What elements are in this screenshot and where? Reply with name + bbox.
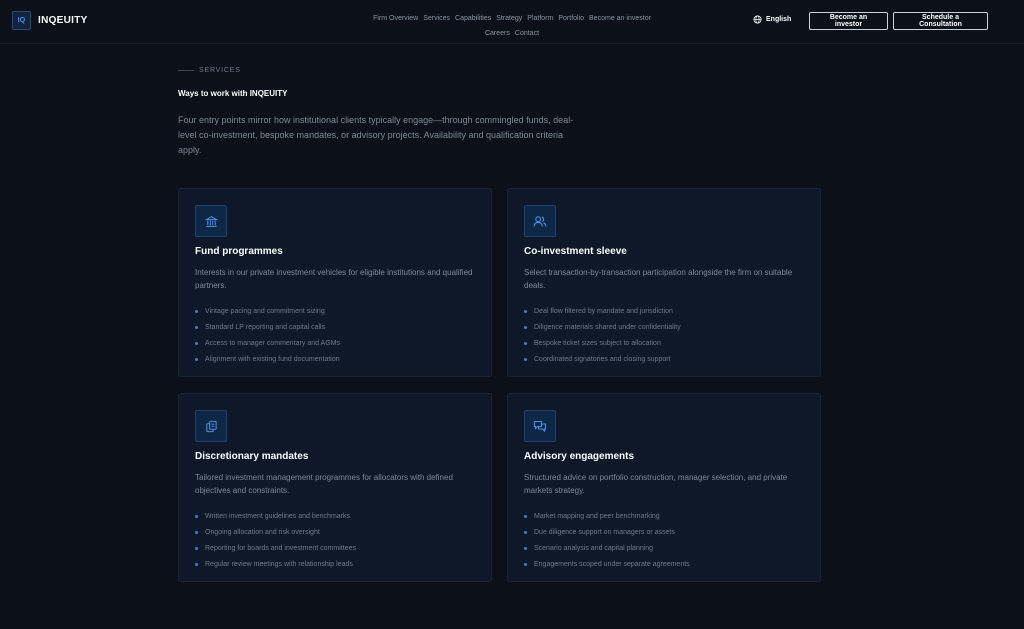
bullet-icon bbox=[524, 546, 527, 550]
list-item: Regular review meetings with relationshi… bbox=[195, 556, 356, 572]
list-item: Deal flow filtered by mandate and jurisd… bbox=[524, 303, 681, 319]
list-item: Ongoing allocation and risk oversight bbox=[195, 524, 356, 540]
card-icon-wrap bbox=[524, 410, 556, 442]
list-item: Standard LP reporting and capital calls bbox=[195, 319, 340, 335]
list-item: Vintage pacing and commitment sizing bbox=[195, 303, 340, 319]
bullet-icon bbox=[195, 325, 198, 329]
list-item: Access to manager commentary and AGMs bbox=[195, 335, 340, 351]
site-header: IQ INQEUITY Firm Overview Services Capabil… bbox=[0, 0, 1024, 44]
nav-platform[interactable]: Platform bbox=[527, 13, 553, 25]
bullet-icon bbox=[195, 546, 198, 550]
list-item-text: Reporting for boards and investment comm… bbox=[205, 544, 356, 552]
language-label: English bbox=[766, 16, 792, 23]
become-investor-button[interactable]: Become an investor bbox=[809, 12, 888, 30]
globe-icon bbox=[753, 15, 762, 24]
card-icon-wrap bbox=[195, 205, 227, 237]
list-item: Scenario analysis and capital planning bbox=[524, 540, 690, 556]
bullet-icon bbox=[524, 325, 527, 329]
list-item-text: Engagements scoped under separate agreem… bbox=[534, 560, 690, 568]
list-item-text: Diligence materials shared under confide… bbox=[534, 323, 681, 331]
card-title: Co-investment sleeve bbox=[524, 246, 627, 257]
logo-text: INQEUITY bbox=[38, 15, 88, 26]
users-icon bbox=[533, 215, 547, 227]
logo-mark: IQ bbox=[12, 11, 31, 30]
eyebrow-divider bbox=[178, 70, 194, 71]
list-item-text: Coordinated signatories and closing supp… bbox=[534, 355, 671, 363]
card-feature-list: Deal flow filtered by mandate and jurisd… bbox=[524, 303, 681, 367]
main-nav: Firm Overview Services Capabilities Strateg… bbox=[300, 10, 724, 40]
list-item-text: Deal flow filtered by mandate and jurisd… bbox=[534, 307, 673, 315]
bullet-icon bbox=[195, 341, 198, 345]
nav-capabilities[interactable]: Capabilities bbox=[455, 13, 491, 25]
bullet-icon bbox=[195, 309, 198, 313]
bullet-icon bbox=[195, 514, 198, 518]
nav-contact[interactable]: Contact bbox=[515, 28, 539, 40]
language-switcher[interactable]: English bbox=[753, 15, 791, 24]
card-title: Discretionary mandates bbox=[195, 451, 309, 462]
documents-icon bbox=[205, 420, 217, 432]
bullet-icon bbox=[195, 562, 198, 566]
card-title: Fund programmes bbox=[195, 246, 283, 257]
list-item-text: Due diligence support on managers or ass… bbox=[534, 528, 675, 536]
bullet-icon bbox=[524, 530, 527, 534]
card-icon-wrap bbox=[195, 410, 227, 442]
list-item-text: Access to manager commentary and AGMs bbox=[205, 339, 340, 347]
card-title: Advisory engagements bbox=[524, 451, 635, 462]
bullet-icon bbox=[524, 514, 527, 518]
list-item-text: Bespoke ticket sizes subject to allocati… bbox=[534, 339, 661, 347]
bullet-icon bbox=[195, 357, 198, 361]
eyebrow-text: SERVICES bbox=[199, 67, 241, 74]
card-icon-wrap bbox=[524, 205, 556, 237]
bullet-icon bbox=[524, 357, 527, 361]
nav-portfolio[interactable]: Portfolio bbox=[558, 13, 584, 25]
bullet-icon bbox=[524, 341, 527, 345]
section-eyebrow: SERVICES bbox=[178, 67, 241, 74]
list-item: Written investment guidelines and benchm… bbox=[195, 508, 356, 524]
list-item-text: Written investment guidelines and benchm… bbox=[205, 512, 351, 520]
schedule-consultation-button[interactable]: Schedule a Consultation bbox=[893, 12, 988, 30]
list-item: Reporting for boards and investment comm… bbox=[195, 540, 356, 556]
card-description: Select transaction-by-transaction partic… bbox=[524, 268, 793, 290]
list-item-text: Scenario analysis and capital planning bbox=[534, 544, 654, 552]
list-item: Diligence materials shared under confide… bbox=[524, 319, 681, 335]
list-item-text: Market mapping and peer benchmarking bbox=[534, 512, 660, 520]
list-item: Alignment with existing fund documentati… bbox=[195, 351, 340, 367]
list-item: Market mapping and peer benchmarking bbox=[524, 508, 690, 524]
list-item-text: Standard LP reporting and capital calls bbox=[205, 323, 326, 331]
list-item: Engagements scoped under separate agreem… bbox=[524, 556, 690, 572]
nav-services[interactable]: Services bbox=[423, 13, 450, 25]
bullet-icon bbox=[195, 530, 198, 534]
list-item: Bespoke ticket sizes subject to allocati… bbox=[524, 335, 681, 351]
card-description: Structured advice on portfolio construct… bbox=[524, 473, 788, 495]
section-intro: Four entry points mirror how institution… bbox=[178, 115, 574, 155]
section-title: Ways to work with INQEUITY bbox=[178, 89, 288, 98]
list-item: Due diligence support on managers or ass… bbox=[524, 524, 690, 540]
chat-icon bbox=[533, 420, 547, 432]
nav-careers[interactable]: Careers bbox=[485, 28, 510, 40]
bullet-icon bbox=[524, 309, 527, 313]
list-item-text: Ongoing allocation and risk oversight bbox=[205, 528, 320, 536]
card-feature-list: Vintage pacing and commitment sizing Sta… bbox=[195, 303, 340, 367]
list-item-text: Regular review meetings with relationshi… bbox=[205, 560, 353, 568]
service-card-advisory-engagements: Advisory engagements Structured advice o… bbox=[507, 393, 821, 582]
logo[interactable]: IQ INQEUITY bbox=[12, 11, 88, 30]
service-card-co-investment: Co-investment sleeve Select transaction-… bbox=[507, 188, 821, 377]
nav-become-investor[interactable]: Become an investor bbox=[589, 13, 651, 25]
card-description: Tailored investment management programme… bbox=[195, 473, 453, 495]
card-description: Interests in our private investment vehi… bbox=[195, 268, 473, 290]
card-feature-list: Market mapping and peer benchmarking Due… bbox=[524, 508, 690, 572]
nav-strategy[interactable]: Strategy bbox=[496, 13, 522, 25]
service-card-discretionary-mandates: Discretionary mandates Tailored investme… bbox=[178, 393, 492, 582]
nav-firm-overview[interactable]: Firm Overview bbox=[373, 13, 418, 25]
list-item-text: Alignment with existing fund documentati… bbox=[205, 355, 340, 363]
bullet-icon bbox=[524, 562, 527, 566]
bank-icon bbox=[204, 215, 218, 227]
list-item-text: Vintage pacing and commitment sizing bbox=[205, 307, 325, 315]
service-card-fund-programmes: Fund programmes Interests in our private… bbox=[178, 188, 492, 377]
card-feature-list: Written investment guidelines and benchm… bbox=[195, 508, 356, 572]
list-item: Coordinated signatories and closing supp… bbox=[524, 351, 681, 367]
